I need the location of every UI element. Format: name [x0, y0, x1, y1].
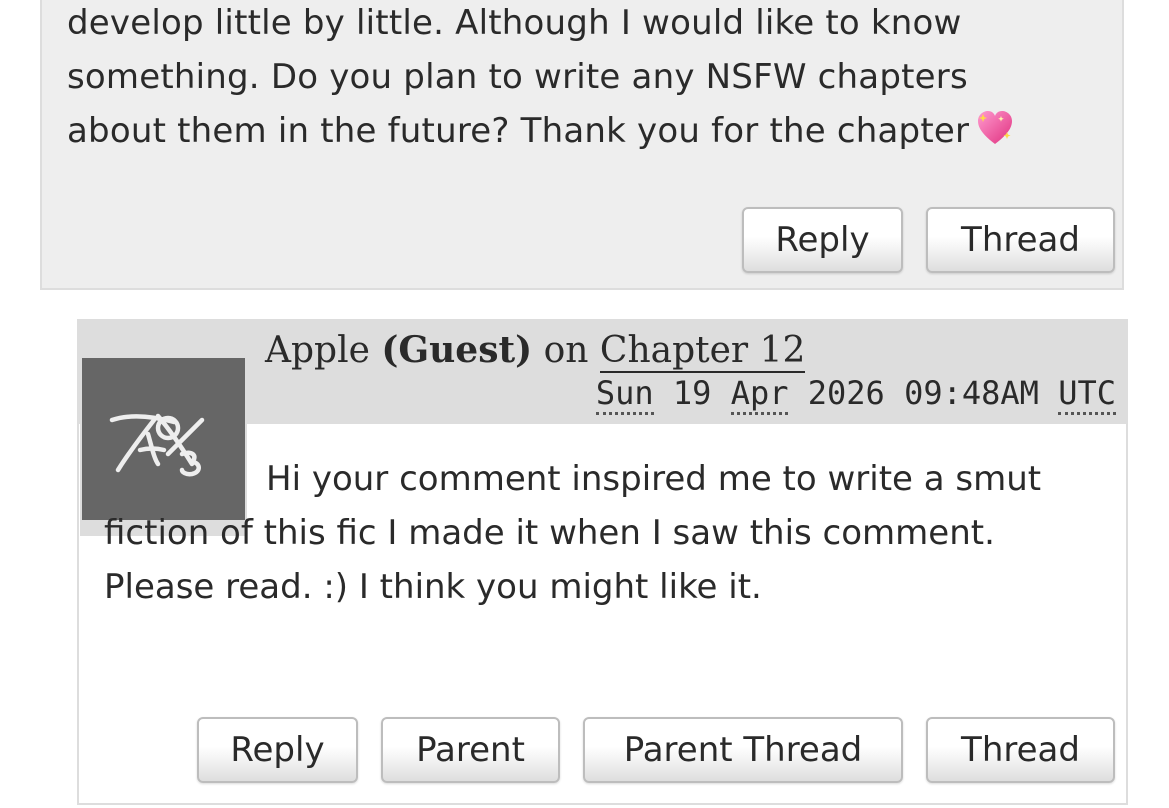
parent-comment-line: something. Do you plan to write any NSFW…	[67, 57, 968, 97]
month: Apr	[730, 374, 789, 415]
time: 09:48AM	[904, 374, 1039, 412]
author-name[interactable]: Apple	[265, 330, 370, 371]
reply-button[interactable]: Reply	[742, 207, 903, 273]
guest-tag: (Guest)	[381, 329, 533, 371]
reply-button[interactable]: Reply	[197, 717, 358, 783]
day: 19	[672, 374, 712, 412]
weekday: Sun	[595, 374, 654, 415]
thread-button[interactable]: Thread	[926, 207, 1115, 273]
parent-comment-body: develop little by little. Although I wou…	[67, 0, 1117, 158]
year: 2026	[807, 374, 885, 412]
parent-comment-line: about them in the future? Thank you for …	[67, 104, 1117, 158]
parent-comment-line: develop little by little. Although I wou…	[67, 3, 962, 43]
parent-thread-button[interactable]: Parent Thread	[583, 717, 903, 783]
timezone: UTC	[1058, 374, 1116, 415]
reply-comment-body: Hi your comment inspired me to write a s…	[104, 459, 1042, 607]
comment-byline: Apple (Guest) on Chapter 12	[265, 329, 806, 373]
parent-comment-line-text: about them in the future? Thank you for …	[67, 111, 970, 151]
chapter-link[interactable]: Chapter 12	[599, 330, 806, 373]
thread-button[interactable]: Thread	[926, 717, 1115, 783]
comment-timestamp: Sun 19 Apr 2026 09:48AM UTC	[595, 374, 1116, 415]
sparkling-heart-icon	[978, 111, 1013, 144]
on-label: on	[543, 330, 589, 371]
parent-button[interactable]: Parent	[381, 717, 560, 783]
